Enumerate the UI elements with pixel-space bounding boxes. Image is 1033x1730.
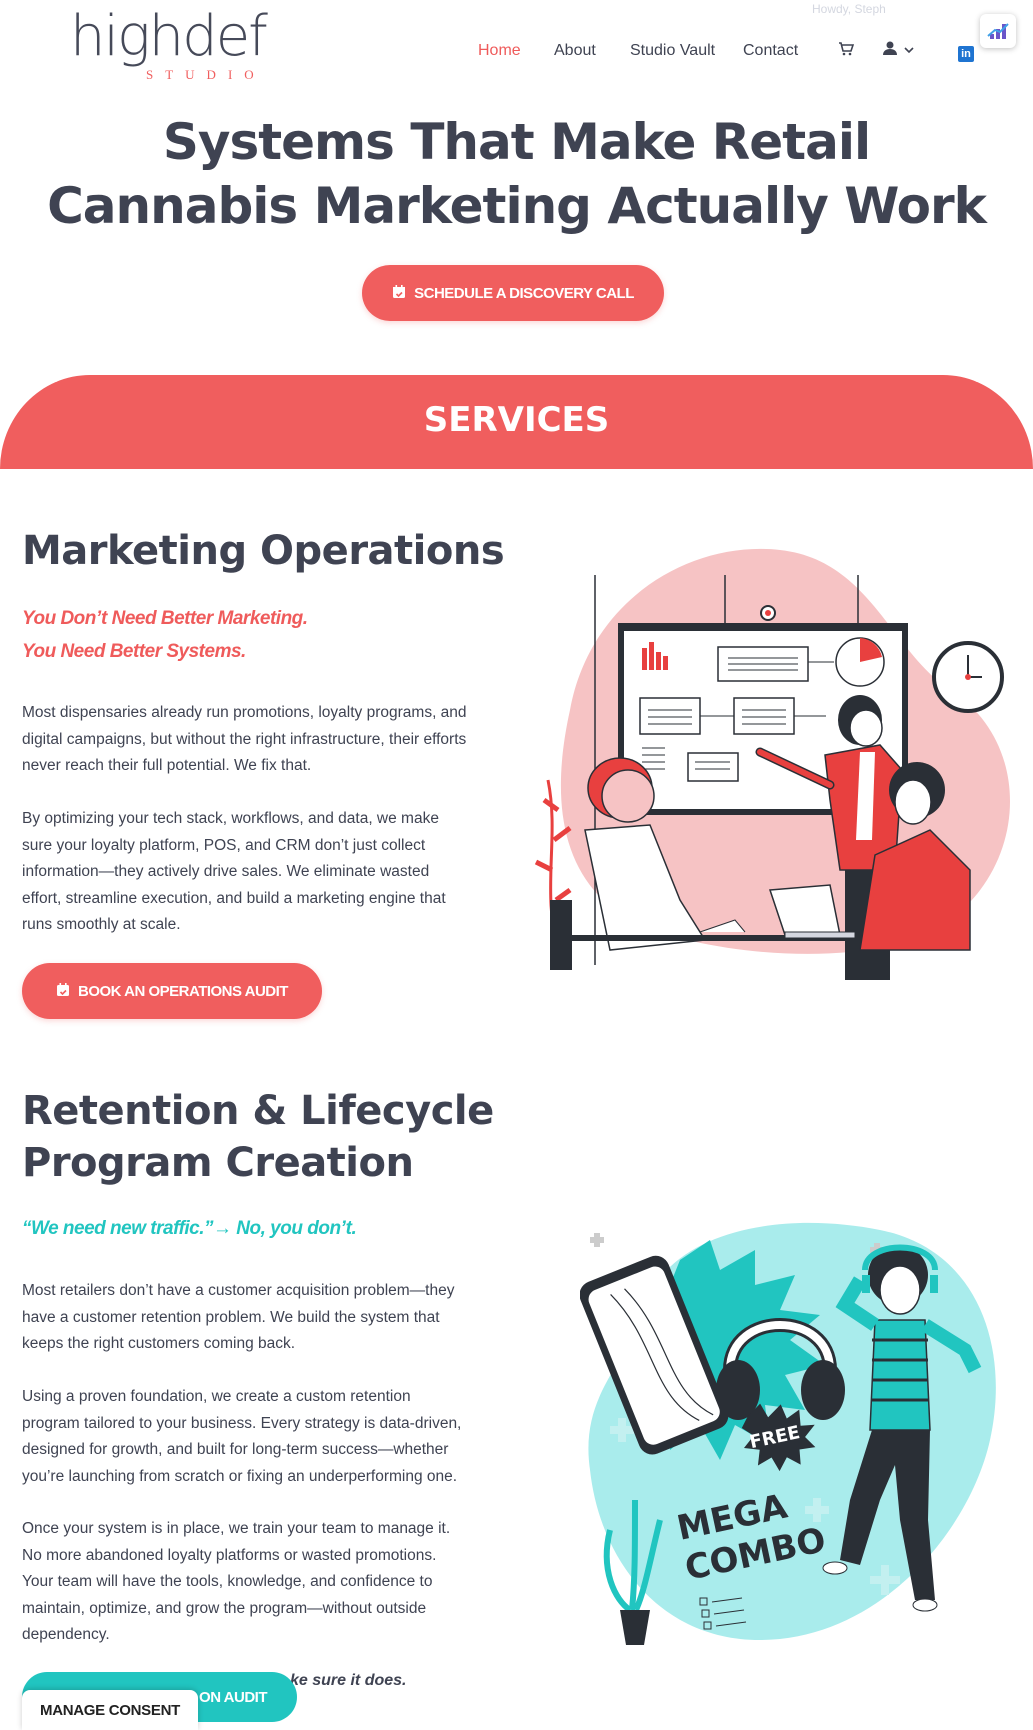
retention-audit-label: ON AUDIT — [199, 1688, 267, 1706]
marketing-ops-title: Marketing Operations — [22, 528, 505, 574]
book-operations-audit-button[interactable]: BOOK AN OPERATIONS AUDIT — [22, 963, 322, 1019]
site-logo[interactable]: highdef STUDIO — [70, 4, 290, 87]
book-operations-audit-label: BOOK AN OPERATIONS AUDIT — [78, 982, 288, 1000]
stats-widget-button[interactable] — [980, 14, 1016, 48]
team-whiteboard-illustration — [534, 548, 1010, 980]
retention-tagline: “We need new traffic.”→ No, you don’t. — [22, 1218, 357, 1239]
retention-paragraph-3: Once your system is in place, we train y… — [22, 1520, 451, 1643]
marketing-ops-paragraph-2: By optimizing your tech stack, workflows… — [22, 810, 446, 933]
retention-closing-text: ke sure it does. — [290, 1672, 407, 1689]
user-icon[interactable] — [882, 40, 898, 60]
retention-title-line-1: Retention & Lifecycle — [22, 1088, 494, 1134]
nav-home[interactable]: Home — [478, 42, 521, 60]
nav-contact[interactable]: Contact — [743, 42, 798, 60]
retention-paragraph-2: Using a proven foundation, we create a c… — [22, 1388, 462, 1485]
services-title: SERVICES — [423, 400, 610, 440]
calendar-icon — [392, 284, 406, 302]
chevron-down-icon[interactable] — [904, 42, 914, 59]
retention-paragraph-1: Most retailers don’t have a customer acq… — [22, 1282, 455, 1352]
logo-wordmark: highdef — [70, 4, 268, 69]
nav-about[interactable]: About — [554, 42, 596, 60]
mega-combo-illustration: FREE MEGA COMBO — [580, 1222, 996, 1645]
logo-subtitle: STUDIO — [146, 67, 266, 82]
retention-title-line-2: Program Creation — [22, 1140, 414, 1186]
schedule-discovery-call-button[interactable]: SCHEDULE A DISCOVERY CALL — [362, 265, 664, 321]
admin-greeting: Howdy, Steph — [812, 2, 886, 16]
marketing-ops-tagline-2: You Need Better Systems. — [22, 641, 246, 662]
marketing-ops-tagline-1: You Don’t Need Better Marketing. — [22, 608, 308, 629]
hero-title: Systems That Make Retail Cannabis Market… — [47, 113, 987, 235]
marketing-ops-paragraph-1: Most dispensaries already run promotions… — [22, 704, 467, 774]
calendar-icon — [56, 982, 70, 1000]
cart-icon[interactable] — [838, 41, 855, 61]
schedule-discovery-call-label: SCHEDULE A DISCOVERY CALL — [414, 284, 634, 302]
site-header: highdef STUDIO Howdy, Steph Home About S… — [0, 0, 1033, 100]
linkedin-icon[interactable]: in — [958, 46, 974, 62]
analytics-icon — [987, 23, 1009, 39]
manage-consent-button[interactable]: MANAGE CONSENT — [22, 1690, 198, 1730]
nav-studio-vault[interactable]: Studio Vault — [630, 42, 715, 60]
